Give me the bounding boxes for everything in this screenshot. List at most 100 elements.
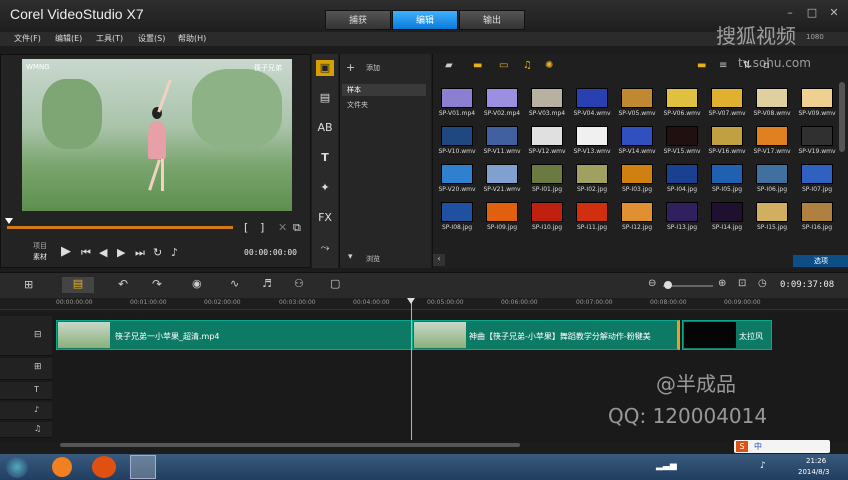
clock-time[interactable]: 21:26 <box>806 457 826 465</box>
library-thumbnail[interactable] <box>711 202 743 222</box>
view-thumbnails-icon[interactable]: ▬ <box>697 60 706 71</box>
enlarge-icon[interactable]: ⧉ <box>293 221 301 235</box>
close-icon[interactable]: ✕ <box>824 6 844 20</box>
instant-project-icon[interactable]: ▤ <box>316 90 334 106</box>
library-thumbnail[interactable] <box>531 202 563 222</box>
music-track-header[interactable]: ♫ <box>0 422 52 438</box>
library-thumbnail[interactable] <box>576 126 608 146</box>
tab-capture[interactable]: 捕获 <box>325 10 391 30</box>
library-thumbnail[interactable] <box>576 88 608 108</box>
scrubber-handle[interactable] <box>5 218 13 224</box>
end-icon[interactable]: ⏭ <box>135 246 145 260</box>
mark-out-icon[interactable]: ] <box>260 221 264 234</box>
record-capture-icon[interactable]: ◉ <box>192 277 202 290</box>
timecode[interactable]: 00:00:00:00 <box>244 248 297 257</box>
library-thumbnail[interactable] <box>621 202 653 222</box>
library-thumbnail[interactable] <box>576 202 608 222</box>
library-thumbnail[interactable] <box>666 126 698 146</box>
folder-icon[interactable]: ▰ <box>445 60 453 71</box>
timeline-view-icon[interactable]: ▤ <box>62 277 94 293</box>
play-icon[interactable]: ▶ <box>61 244 71 259</box>
start-button[interactable] <box>6 456 28 478</box>
flash-icon[interactable]: ✺ <box>545 60 553 71</box>
volume-icon[interactable]: ♪ <box>171 246 178 259</box>
previous-frame-icon[interactable]: ◀ <box>99 246 107 259</box>
fx-icon[interactable]: FX <box>316 210 334 226</box>
mode-project[interactable]: 项目 <box>33 241 47 251</box>
mode-clip[interactable]: 素材 <box>33 252 47 262</box>
library-thumbnail[interactable] <box>801 88 833 108</box>
vertical-scrollbar[interactable] <box>839 82 845 152</box>
cut-icon[interactable]: ✕ <box>278 221 287 234</box>
zoom-out-icon[interactable]: ⊖ <box>648 278 656 289</box>
scrubber-bar[interactable] <box>7 226 233 229</box>
fit-project-icon[interactable]: ⊡ <box>738 278 746 289</box>
project-duration-icon[interactable]: ◷ <box>758 278 767 289</box>
tab-edit[interactable]: 编辑 <box>392 10 458 30</box>
library-thumbnail[interactable] <box>621 164 653 184</box>
library-thumbnail[interactable] <box>711 164 743 184</box>
redo-icon[interactable]: ↷ <box>152 277 162 291</box>
library-thumbnail[interactable] <box>711 126 743 146</box>
subtitle-editor-icon[interactable]: ▢ <box>330 277 340 290</box>
sound-mixer-icon[interactable]: ∿ <box>230 277 239 290</box>
library-thumbnail[interactable] <box>756 88 788 108</box>
options-button[interactable]: 选项 <box>793 255 848 267</box>
timeline-clip[interactable]: 筷子兄弟一小苹果_超清.mp4 <box>56 320 412 350</box>
network-icon[interactable]: ▂▃▅ <box>656 461 677 471</box>
home-icon[interactable]: ⏮ <box>81 246 91 260</box>
voice-track-header[interactable]: ♪ <box>0 402 52 420</box>
zoom-handle[interactable] <box>664 281 672 289</box>
title-icon[interactable]: T <box>316 150 334 166</box>
library-thumbnail[interactable] <box>486 202 518 222</box>
add-label[interactable]: 添加 <box>366 63 380 73</box>
browse-label[interactable]: 浏览 <box>366 254 380 264</box>
auto-music-icon[interactable]: ♬ <box>262 277 272 290</box>
library-thumbnail[interactable] <box>576 164 608 184</box>
show-audio-icon[interactable]: ♫ <box>523 60 532 71</box>
library-thumbnail[interactable] <box>711 88 743 108</box>
zoom-in-icon[interactable]: ⊕ <box>718 278 726 289</box>
folder-folder[interactable]: 文件夹 <box>347 100 368 110</box>
ime-mode[interactable]: 中 <box>754 441 762 452</box>
view-list-icon[interactable]: ≡ <box>719 60 727 71</box>
storyboard-view-icon[interactable]: ⊞ <box>24 278 33 291</box>
library-thumbnail[interactable] <box>801 126 833 146</box>
library-thumbnail[interactable] <box>666 164 698 184</box>
title-track-header[interactable]: T <box>0 382 52 400</box>
time-ruler[interactable]: 00:00:00:00 00:01:00:00 00:02:00:00 00:0… <box>0 298 848 310</box>
library-thumbnail[interactable] <box>756 202 788 222</box>
minimize-icon[interactable]: – <box>780 6 800 20</box>
playhead-handle[interactable] <box>407 298 415 304</box>
add-icon[interactable]: + <box>346 61 355 74</box>
library-thumbnail[interactable] <box>486 126 518 146</box>
menu-help[interactable]: 帮助(H) <box>178 33 206 44</box>
app-icon-videostudio[interactable] <box>92 456 116 478</box>
video-track-header[interactable]: ⊟ <box>0 316 52 356</box>
folder-sample-row[interactable]: 样本 <box>342 84 426 96</box>
library-thumbnail[interactable] <box>486 164 518 184</box>
volume-tray-icon[interactable]: ♪ <box>760 461 766 471</box>
maximize-icon[interactable]: □ <box>802 6 822 20</box>
library-thumbnail[interactable] <box>666 202 698 222</box>
mark-in-icon[interactable]: [ <box>244 221 248 234</box>
library-thumbnail[interactable] <box>531 88 563 108</box>
show-videos-icon[interactable]: ▬ <box>473 60 482 71</box>
timeline-clip[interactable]: 神曲【筷子兄弟-小苹果】舞蹈教学分解动作-粉犍美 <box>412 320 680 350</box>
library-thumbnail[interactable] <box>621 88 653 108</box>
collapse-icon[interactable]: ‹ <box>433 254 445 266</box>
repeat-icon[interactable]: ↻ <box>153 246 162 259</box>
graphic-icon[interactable]: ✦ <box>316 180 334 196</box>
horizontal-scrollbar[interactable] <box>60 443 520 447</box>
library-thumbnail[interactable] <box>441 164 473 184</box>
library-thumbnail[interactable] <box>666 88 698 108</box>
video-preview[interactable]: WMNG 筷子兄弟 <box>22 59 292 211</box>
timeline-clip[interactable]: 太拉风 <box>682 320 772 350</box>
menu-file[interactable]: 文件(F) <box>14 33 41 44</box>
library-thumbnail[interactable] <box>531 164 563 184</box>
playhead[interactable] <box>411 298 412 440</box>
library-thumbnail[interactable] <box>441 88 473 108</box>
library-thumbnail[interactable] <box>531 126 563 146</box>
undo-icon[interactable]: ↶ <box>118 277 128 291</box>
library-thumbnail[interactable] <box>756 126 788 146</box>
